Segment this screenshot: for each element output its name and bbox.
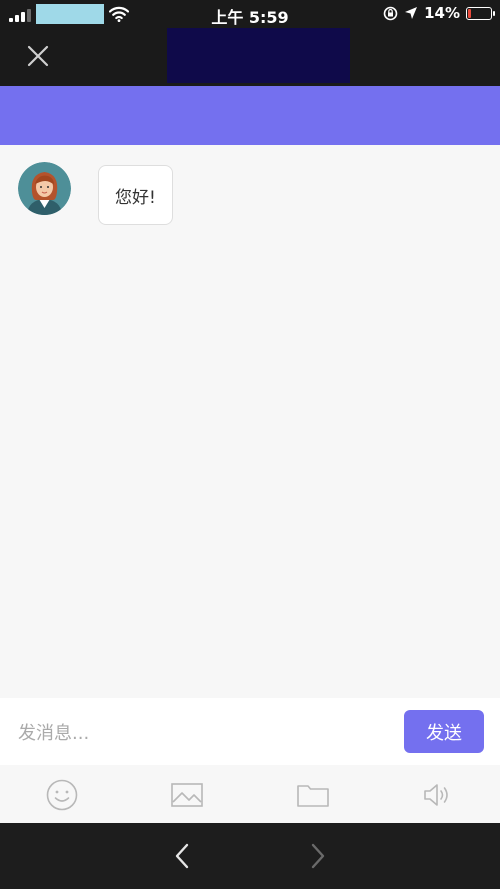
orientation-lock-icon	[383, 6, 398, 20]
chat-page: 上午 5:59 14% 您好! 发消息... 发送	[0, 0, 500, 889]
chat-messages: 您好!	[0, 145, 500, 698]
voice-button[interactable]	[421, 778, 455, 812]
chevron-right-icon	[311, 843, 325, 869]
speaker-icon	[424, 784, 448, 806]
agent-avatar	[18, 162, 71, 215]
status-indicators: 14%	[383, 4, 495, 22]
emoji-icon	[46, 779, 78, 811]
emoji-button[interactable]	[45, 778, 79, 812]
attachment-toolbar	[0, 765, 500, 823]
close-icon	[27, 45, 49, 67]
page-title-redacted	[167, 28, 350, 83]
send-button[interactable]: 发送	[404, 710, 484, 753]
message-input[interactable]	[16, 712, 390, 754]
header-banner	[0, 86, 500, 145]
location-arrow-icon	[405, 7, 418, 19]
file-button[interactable]	[296, 778, 330, 812]
battery-percent: 14%	[424, 4, 460, 22]
message-input-bar: 发送	[0, 698, 500, 765]
message-text: 您好!	[115, 187, 156, 208]
battery-level	[468, 8, 471, 18]
image-button[interactable]	[170, 778, 204, 812]
browser-toolbar	[0, 823, 500, 889]
image-icon	[171, 783, 203, 807]
chevron-left-icon	[175, 843, 189, 869]
close-button[interactable]	[20, 38, 56, 74]
folder-icon	[297, 785, 329, 807]
nav-bar	[0, 28, 500, 86]
message-bubble: 您好!	[98, 165, 173, 225]
battery-icon	[466, 6, 495, 20]
status-bar: 上午 5:59 14%	[0, 0, 500, 28]
back-button[interactable]	[168, 841, 198, 871]
forward-button[interactable]	[302, 841, 332, 871]
